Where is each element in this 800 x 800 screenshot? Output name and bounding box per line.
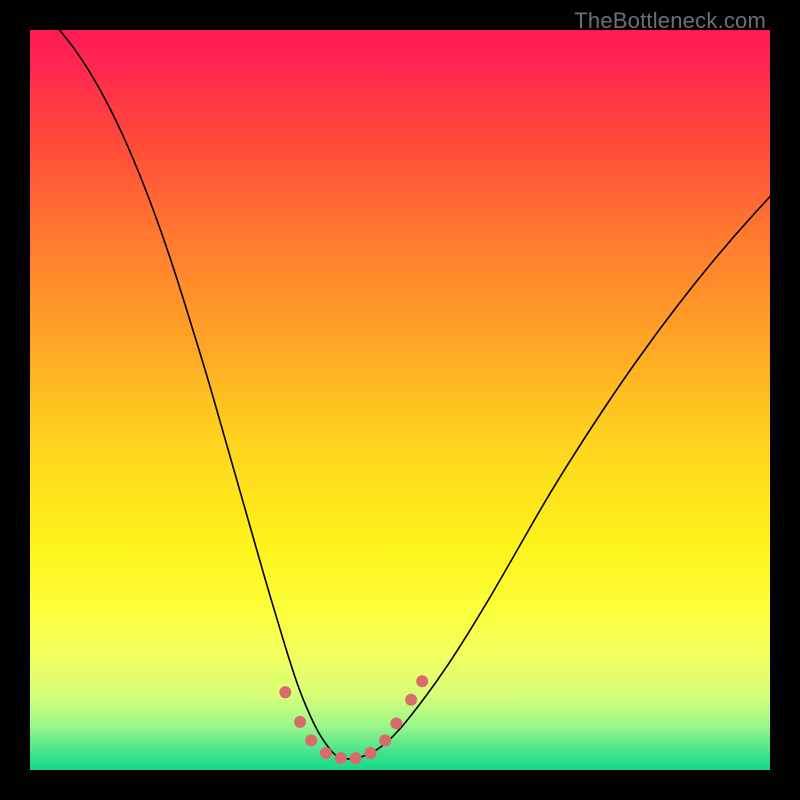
marker-point (379, 734, 391, 746)
highlight-points (279, 675, 428, 764)
marker-point (305, 734, 317, 746)
marker-point (390, 717, 402, 729)
bottleneck-curve (60, 30, 770, 759)
marker-point (364, 747, 376, 759)
plot-area (30, 30, 770, 770)
marker-point (416, 675, 428, 687)
chart-frame: TheBottleneck.com (0, 0, 800, 800)
marker-point (335, 752, 347, 764)
marker-point (350, 752, 362, 764)
watermark-text: TheBottleneck.com (574, 8, 766, 34)
marker-point (405, 694, 417, 706)
marker-point (279, 686, 291, 698)
marker-point (294, 716, 306, 728)
curve-layer (30, 30, 770, 770)
marker-point (320, 747, 332, 759)
